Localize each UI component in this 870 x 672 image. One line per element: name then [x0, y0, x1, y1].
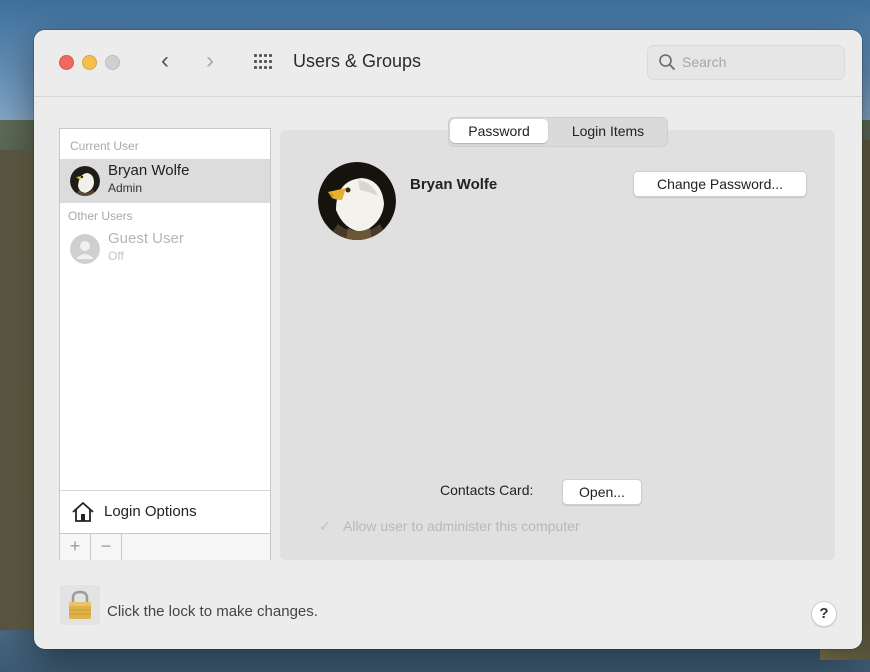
- remove-user-button[interactable]: −: [91, 534, 122, 560]
- avatar: [70, 234, 100, 264]
- open-contacts-button[interactable]: Open...: [562, 479, 642, 505]
- search-field[interactable]: [647, 45, 845, 80]
- search-icon: [659, 54, 675, 70]
- user-row-guest-user[interactable]: Guest User Off: [60, 227, 270, 271]
- sidebar-toolbar: + −: [60, 533, 270, 560]
- window-title: Users & Groups: [293, 51, 422, 71]
- tab-bar: Password Login Items: [448, 117, 668, 147]
- titlebar: ‹ › Users & Groups: [34, 30, 862, 97]
- allow-admin-label: Allow user to administer this computer: [343, 518, 580, 534]
- add-user-button[interactable]: +: [60, 534, 91, 560]
- tab-password[interactable]: Password: [450, 119, 548, 143]
- user-role: Off: [108, 249, 124, 263]
- checkmark-icon: ✓: [319, 518, 331, 534]
- login-options-label: Login Options: [104, 503, 197, 520]
- change-password-button[interactable]: Change Password...: [633, 171, 807, 197]
- users-sidebar: Current User Bryan Wolfe Admin Other Use…: [59, 128, 271, 560]
- user-picture[interactable]: [318, 162, 396, 240]
- close-button[interactable]: [59, 55, 74, 70]
- user-name: Bryan Wolfe: [108, 162, 190, 179]
- house-icon: [72, 502, 94, 522]
- user-name: Guest User: [108, 230, 184, 247]
- chevron-right-icon[interactable]: ›: [206, 48, 214, 74]
- chevron-left-icon[interactable]: ‹: [161, 48, 169, 74]
- lock-text: Click the lock to make changes.: [107, 603, 318, 620]
- profile-name: Bryan Wolfe: [410, 176, 498, 193]
- lock-icon: [69, 590, 91, 619]
- system-preferences-window: ‹ › Users & Groups Current User: [34, 30, 862, 649]
- user-row-bryan-wolfe[interactable]: Bryan Wolfe Admin: [60, 159, 270, 203]
- contacts-card-label: Contacts Card:: [440, 482, 534, 498]
- grid-icon[interactable]: [252, 52, 276, 72]
- user-role: Admin: [108, 181, 143, 195]
- minimize-button[interactable]: [82, 55, 97, 70]
- current-user-heading: Current User: [70, 139, 139, 153]
- search-input[interactable]: [682, 46, 832, 77]
- other-users-heading: Other Users: [68, 209, 133, 223]
- help-button[interactable]: ?: [811, 601, 837, 627]
- lock-button[interactable]: [60, 585, 100, 625]
- zoom-button: [105, 55, 120, 70]
- avatar: [70, 166, 100, 196]
- tab-login-items[interactable]: Login Items: [553, 119, 663, 143]
- login-options-item[interactable]: Login Options: [60, 490, 270, 533]
